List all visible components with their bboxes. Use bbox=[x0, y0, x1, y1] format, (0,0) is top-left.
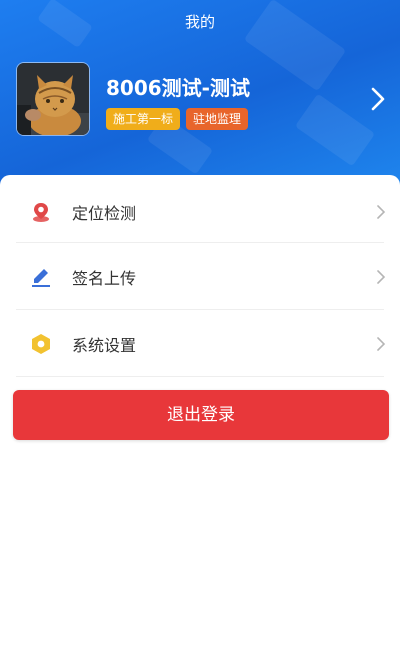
hexagon-settings-icon bbox=[32, 334, 50, 354]
section-badge: 施工第一标 bbox=[106, 108, 181, 130]
menu-item-label: 系统设置 bbox=[72, 336, 137, 355]
profile-header: 我的 8006测试-测试 施工第一标 驻地监理 bbox=[0, 0, 400, 190]
menu-item-label: 签名上传 bbox=[72, 269, 137, 288]
divider bbox=[16, 309, 384, 310]
role-badges: 施工第一标 驻地监理 bbox=[106, 108, 249, 130]
avatar[interactable] bbox=[16, 62, 90, 136]
chevron-right-icon bbox=[377, 205, 386, 219]
location-pin-icon bbox=[33, 203, 49, 222]
divider bbox=[16, 376, 384, 377]
cat-photo-avatar bbox=[17, 63, 89, 135]
menu-item-signature-upload[interactable]: 签名上传 bbox=[0, 244, 400, 310]
menu-item-label: 定位检测 bbox=[72, 204, 137, 223]
pen-icon bbox=[32, 269, 50, 287]
logout-button[interactable]: 退出登录 bbox=[13, 390, 389, 440]
role-badge: 驻地监理 bbox=[186, 108, 249, 130]
user-name: 8006测试-测试 bbox=[106, 76, 250, 100]
chevron-right-icon[interactable] bbox=[370, 86, 386, 112]
divider bbox=[16, 242, 384, 243]
menu-item-system-settings[interactable]: 系统设置 bbox=[0, 311, 400, 377]
header-decoration bbox=[294, 93, 376, 167]
menu-item-location-check[interactable]: 定位检测 bbox=[0, 179, 400, 245]
chevron-right-icon bbox=[377, 270, 386, 284]
chevron-right-icon bbox=[377, 337, 386, 351]
page-title: 我的 bbox=[184, 13, 215, 31]
